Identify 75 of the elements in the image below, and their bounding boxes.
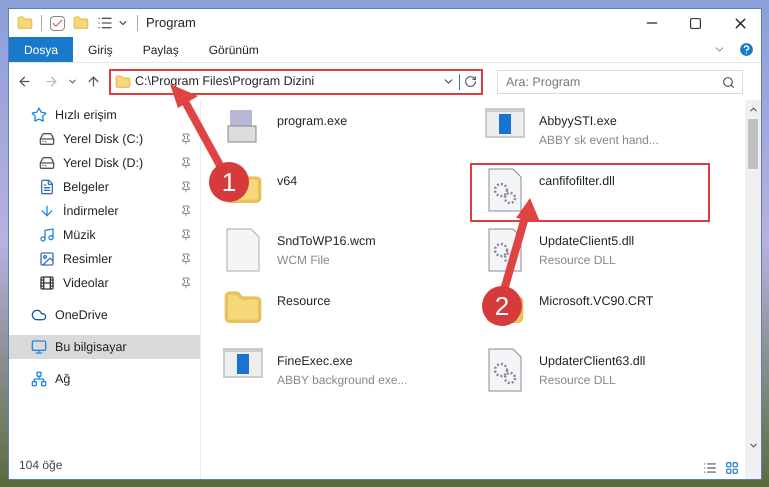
gear-file-icon [488,168,522,212]
file-icon [226,228,260,272]
file-name: v64 [277,173,298,190]
film-icon [39,275,55,291]
help-icon[interactable] [738,41,755,58]
sidebar-item[interactable]: OneDrive [9,303,200,327]
application-icon [223,348,263,378]
maximize-icon[interactable] [689,16,702,30]
file-name: program.exe [277,113,348,130]
file-name: UpdateClient5.dll [539,233,634,250]
file-name: AbbyySTI.exe [539,113,618,130]
refresh-icon[interactable] [464,75,477,88]
monitor-icon [31,339,47,355]
properties-icon[interactable] [50,16,65,30]
view-icon[interactable] [97,15,113,31]
file-name: Resource [277,293,330,310]
download-icon [39,203,55,219]
star-icon [31,107,47,123]
sidebar-label: Belgeler [63,178,110,196]
file-name: FineExec.exe [277,353,354,370]
window-title: Program [146,14,196,32]
ribbon-tab[interactable]: Görünüm [194,37,274,62]
folder-icon [115,74,131,90]
sidebar-item[interactable]: Resimler [9,247,200,271]
sidebar-label: İndirmeler [63,202,120,220]
sidebar-item[interactable]: Belgeler [9,175,200,199]
image-icon [39,251,55,267]
file-type: Resource DLL [539,372,617,389]
large-icons-view-icon[interactable] [725,461,739,475]
address-path: C:\Program Files\Program Dizini [135,73,316,90]
sidebar-label: Bu bilgisayar [55,338,128,356]
cloud-icon [31,307,47,323]
scroll-thumb[interactable] [748,119,758,169]
sidebar-item[interactable]: Videolar [9,271,200,295]
ribbon-tab[interactable]: Paylaş [128,37,194,62]
sidebar-item[interactable]: Yerel Disk (C:) [9,127,200,151]
gear-file-icon [488,348,522,392]
sidebar-label: Resimler [63,250,114,268]
file-type: ABBY background exe... [277,372,408,389]
details-view-icon[interactable] [703,461,717,475]
document-icon [39,179,55,195]
sidebar-item[interactable]: Ağ [9,367,200,391]
sidebar-item[interactable]: Bu bilgisayar [9,335,200,359]
sidebar-label: Müzik [63,226,97,244]
file-name: SndToWP16.wcm [277,233,376,250]
drive-icon [39,155,55,171]
sidebar-label: OneDrive [55,306,109,324]
sidebar-label: Videolar [63,274,110,292]
file-name: Microsoft.VC90.CRT [539,293,654,310]
ribbon-tab[interactable]: Giriş [73,37,128,62]
sidebar-label: Hızlı erişim [55,106,118,124]
ribbon-tab[interactable]: Dosya [9,37,74,62]
file-name: UpdaterClient63.dll [539,353,646,370]
scrollbar[interactable] [745,100,761,479]
sidebar-label: Yerel Disk (D:) [63,154,144,172]
up-icon[interactable] [86,74,101,89]
file-name: canfifofilter.dll [539,173,615,190]
sidebar-item[interactable]: Hızlı erişim [9,103,200,127]
sidebar-item[interactable]: Müzik [9,223,200,247]
sidebar-label: Yerel Disk (C:) [63,130,144,148]
drive-icon [39,131,55,147]
item-count: 104 öğe [18,457,64,474]
sidebar-item[interactable]: Yerel Disk (D:) [9,151,200,175]
music-note-icon [39,227,55,243]
network-icon [31,371,47,387]
file-type: ABBY sk event hand... [539,132,659,149]
file-type: WCM File [277,252,331,269]
search-icon[interactable] [722,76,735,88]
sidebar-label: Ağ [55,370,72,388]
application-icon [485,108,525,138]
sidebar-item[interactable]: İndirmeler [9,199,200,223]
search-field[interactable]: Ara: Program [497,70,743,94]
file-type: Resource DLL [539,252,617,269]
back-icon[interactable] [17,74,32,89]
address-bar[interactable]: C:\Program Files\Program Dizini [109,68,483,94]
